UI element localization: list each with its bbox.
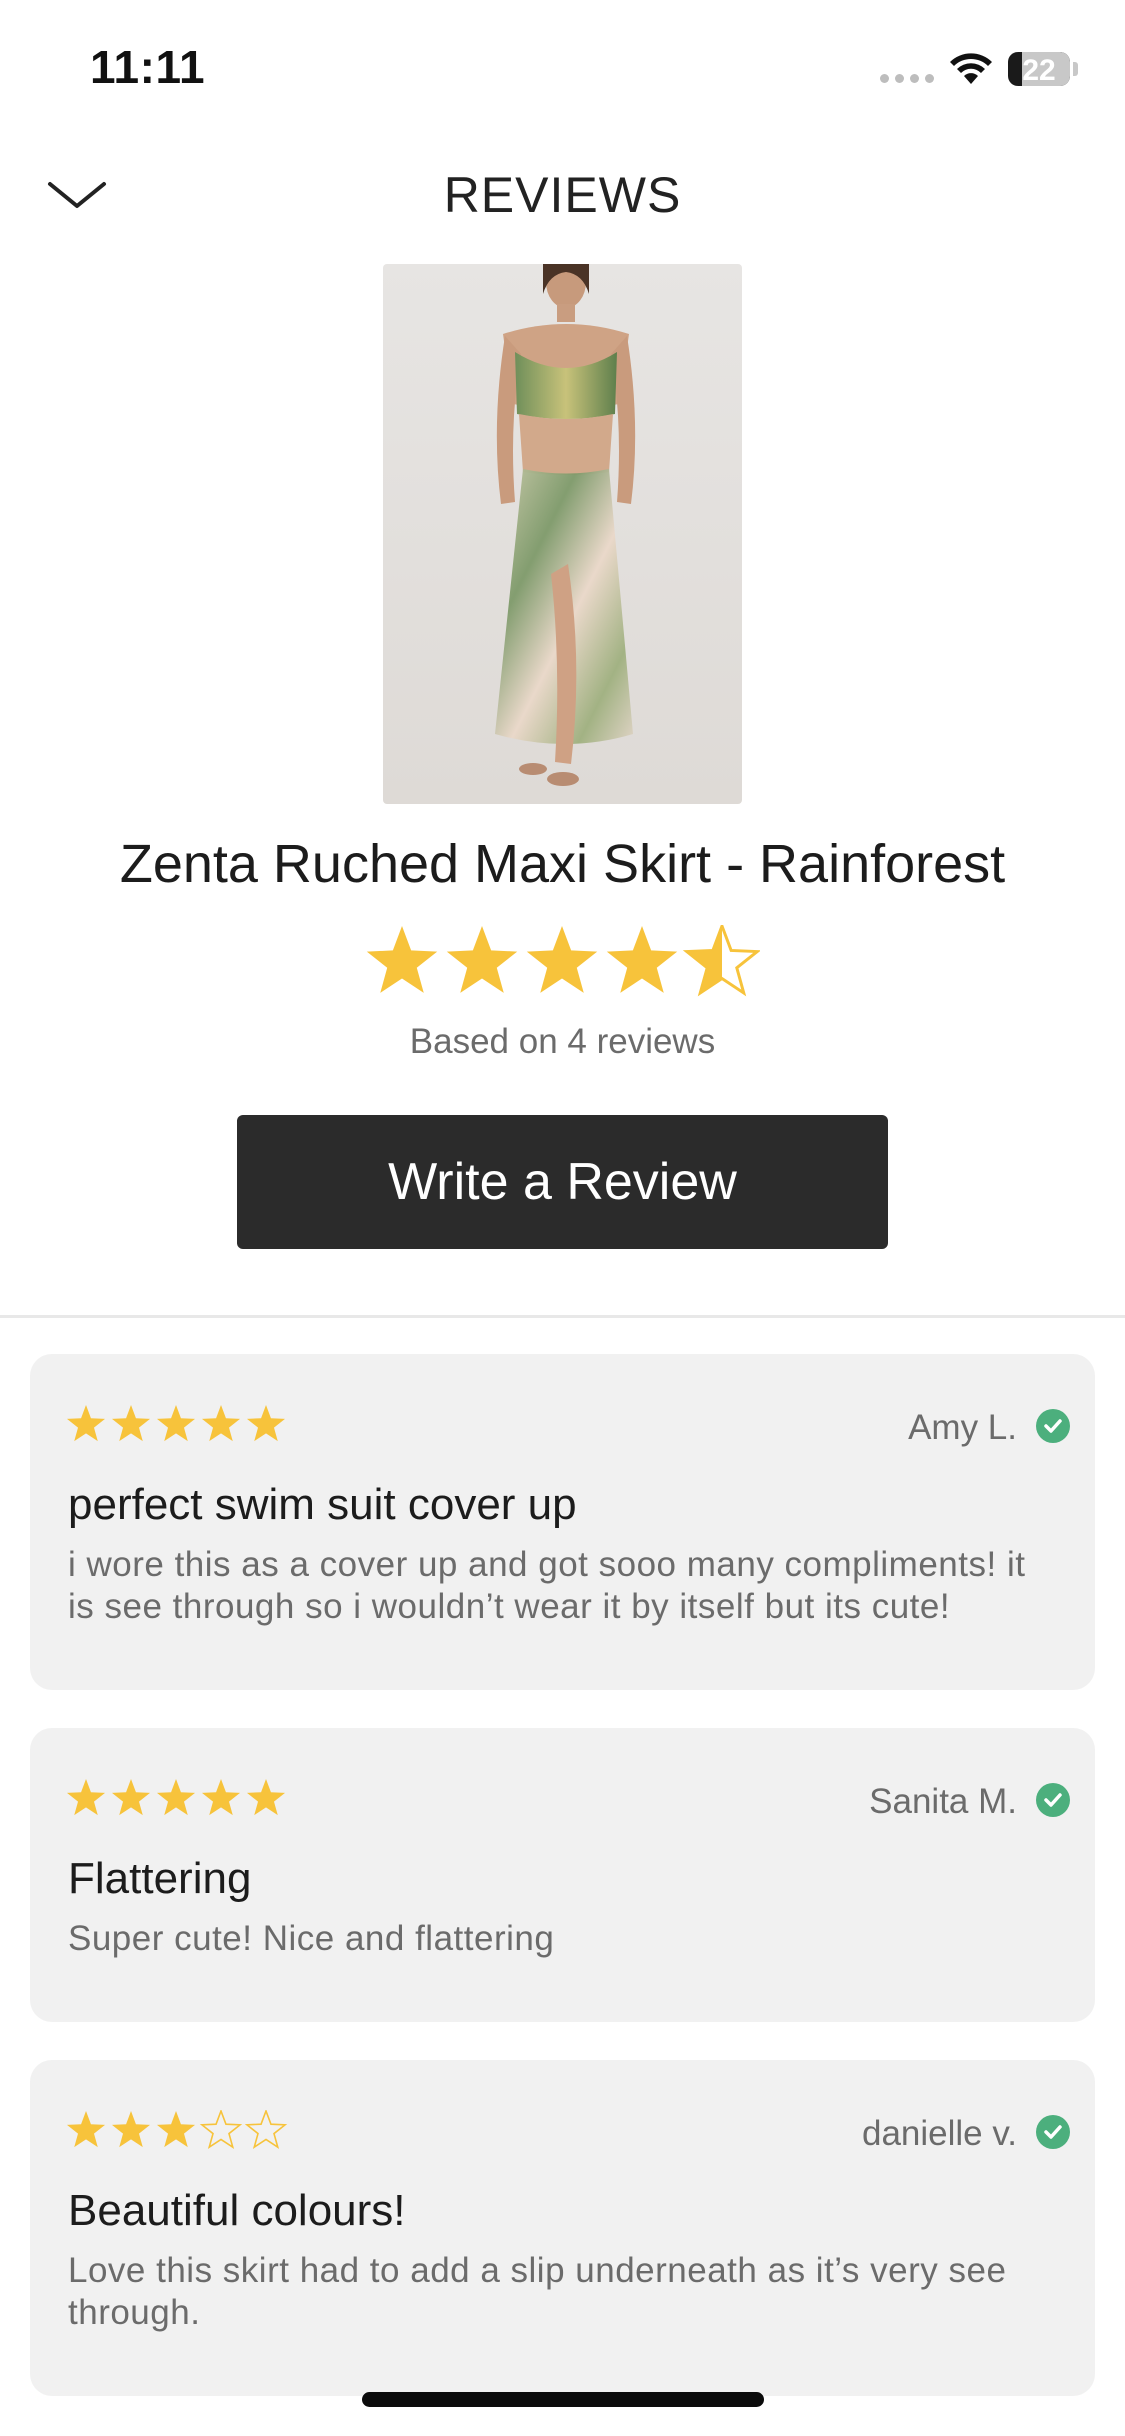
review-author: Sanita M. — [869, 1782, 1017, 1821]
divider — [0, 1315, 1125, 1318]
star-filled-icon — [201, 1405, 241, 1442]
review-author: danielle v. — [861, 2114, 1017, 2153]
cellular-signal-icon — [880, 74, 934, 83]
star-filled-icon — [111, 2111, 151, 2148]
star-filled-icon — [606, 926, 678, 993]
write-review-button[interactable]: Write a Review — [237, 1115, 888, 1249]
star-filled-icon — [526, 926, 598, 993]
home-indicator[interactable] — [362, 2392, 764, 2407]
review-title: Flattering — [68, 1854, 252, 1903]
battery-icon: 22 — [1008, 52, 1070, 86]
product-image — [383, 264, 742, 804]
wifi-icon — [950, 53, 992, 84]
star-filled-icon — [111, 1779, 151, 1816]
star-filled-icon — [66, 1405, 106, 1442]
product-name: Zenta Ruched Maxi Skirt - Rainforest — [119, 834, 1006, 894]
overall-rating-stars — [366, 925, 760, 997]
review-rating-stars — [66, 2110, 288, 2150]
star-filled-icon — [246, 1405, 286, 1442]
star-empty-icon — [244, 2110, 288, 2150]
review-title: perfect swim suit cover up — [68, 1480, 577, 1529]
product-photo — [495, 264, 636, 786]
star-filled-icon — [446, 926, 518, 993]
star-half-icon — [682, 925, 760, 997]
verified-check-icon — [1036, 2115, 1070, 2149]
star-filled-icon — [66, 2111, 106, 2148]
reviews-count: Based on 4 reviews — [409, 1022, 716, 1061]
verified-check-icon — [1036, 1409, 1070, 1443]
review-title: Beautiful colours! — [68, 2186, 406, 2235]
star-filled-icon — [201, 1779, 241, 1816]
star-empty-icon — [199, 2110, 243, 2150]
page-title: REVIEWS — [443, 167, 682, 223]
review-card: danielle v. Beautiful colours! Love this… — [30, 2060, 1095, 2396]
review-rating-stars — [66, 1779, 286, 1816]
review-rating-stars — [66, 1405, 286, 1442]
star-filled-icon — [366, 926, 438, 993]
star-filled-icon — [111, 1405, 151, 1442]
review-body: i wore this as a cover up and got sooo m… — [68, 1545, 1026, 1626]
status-time: 11:11 — [90, 41, 206, 93]
review-author: Amy L. — [908, 1408, 1017, 1447]
star-filled-icon — [156, 2111, 196, 2148]
review-card: Amy L. perfect swim suit cover up i wore… — [30, 1354, 1095, 1690]
header: REVIEWS — [0, 150, 1125, 240]
star-filled-icon — [156, 1405, 196, 1442]
verified-check-icon — [1036, 1783, 1070, 1817]
star-filled-icon — [156, 1779, 196, 1816]
review-card: Sanita M. Flattering Super cute! Nice an… — [30, 1728, 1095, 2022]
review-body: Super cute! Nice and flattering — [68, 1919, 555, 1958]
star-filled-icon — [246, 1779, 286, 1816]
star-filled-icon — [66, 1779, 106, 1816]
status-bar: 11:11 22 — [0, 0, 1125, 130]
battery-level: 22 — [1022, 54, 1056, 86]
review-body: Love this skirt had to add a slip undern… — [68, 2251, 1007, 2332]
